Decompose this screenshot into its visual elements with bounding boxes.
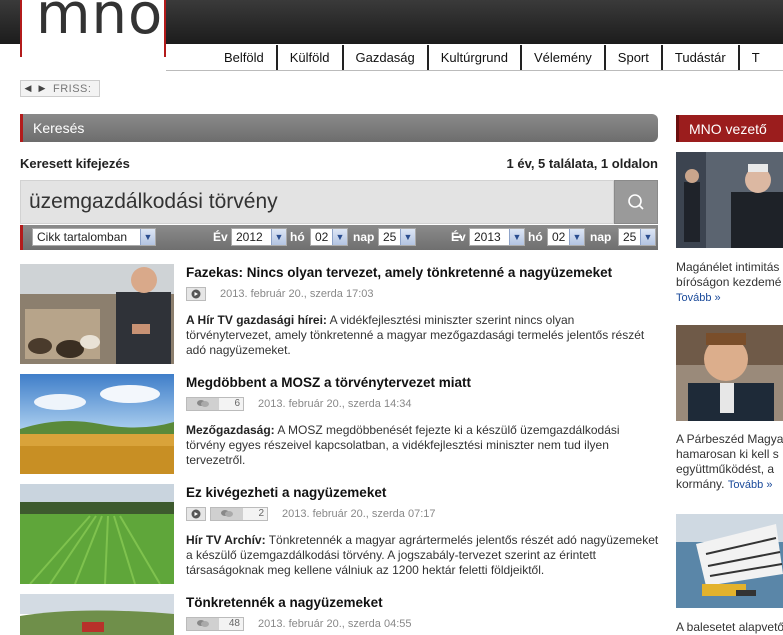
nav-item-gazdasag[interactable]: Gazdaság bbox=[344, 45, 429, 71]
sidebar-item-text: A balesetet alapvető bbox=[676, 620, 783, 634]
to-year-label-visible: Év bbox=[451, 230, 466, 244]
sidebar-title: MNO vezető bbox=[689, 121, 767, 137]
tovabb-link[interactable]: Tovább bbox=[676, 292, 711, 304]
article-source: Hír TV Archív: bbox=[186, 533, 266, 547]
article-lead: Mezőgazdaság: A MOSZ megdöbbenését fejez… bbox=[186, 423, 620, 467]
comment-count-badge[interactable]: 2 bbox=[210, 507, 268, 521]
search-result-summary: 1 év, 5 találata, 1 oldalon bbox=[506, 156, 659, 171]
friss-label: FRISS: bbox=[53, 82, 92, 95]
nav-item-sport[interactable]: Sport bbox=[606, 45, 663, 71]
site-logo[interactable]: mno bbox=[20, 0, 166, 57]
next-arrow-icon[interactable]: ▶ bbox=[35, 83, 49, 94]
search-input[interactable] bbox=[21, 181, 613, 223]
from-day-select[interactable]: 25 ▼ bbox=[378, 228, 416, 246]
article-source: A Hír TV gazdasági hírei: bbox=[186, 313, 327, 327]
to-month-select[interactable]: 02 ▼ bbox=[547, 228, 585, 246]
article-thumbnail[interactable] bbox=[20, 264, 174, 364]
article-title[interactable]: Megdöbbent a MOSZ a törvénytervezet miat… bbox=[186, 375, 471, 390]
nav-item-belfold[interactable]: Belföld bbox=[212, 45, 278, 71]
to-day-label: nap bbox=[590, 230, 612, 244]
sidebar-image[interactable] bbox=[676, 325, 783, 421]
chevron-down-icon: ▼ bbox=[509, 229, 524, 245]
comment-icon bbox=[187, 398, 219, 410]
content-type-select[interactable]: Cikk tartalomban ▼ bbox=[32, 228, 156, 246]
search-section-title: Keresés bbox=[33, 120, 85, 136]
comment-count: 2 bbox=[258, 508, 264, 519]
chevron-down-icon: ▼ bbox=[400, 229, 415, 245]
article-lead: A Hír TV gazdasági hírei: A vidékfejlesz… bbox=[186, 313, 645, 357]
double-chevron-right-icon: » bbox=[711, 292, 721, 304]
friss-ticker: ◀ ▶ FRISS: bbox=[20, 80, 100, 97]
article-thumbnail[interactable] bbox=[20, 484, 174, 584]
search-filter-bar: Cikk tartalomban ▼ Év 2012 ▼ hó 02 ▼ nap 25… bbox=[20, 225, 658, 250]
search-box bbox=[20, 180, 614, 224]
tovabb-link[interactable]: Tovább bbox=[728, 479, 763, 491]
nav-item-kulfold[interactable]: Külföld bbox=[278, 45, 344, 71]
chevron-down-icon: ▼ bbox=[569, 229, 584, 245]
article-source: Mezőgazdaság: bbox=[186, 423, 275, 437]
search-result-item: Megdöbbent a MOSZ a törvénytervezet miat… bbox=[20, 374, 660, 476]
article-title[interactable]: Fazekas: Nincs olyan tervezet, amely tön… bbox=[186, 265, 612, 280]
from-month-select[interactable]: 02 ▼ bbox=[310, 228, 348, 246]
article-date: 2013. február 20., szerda 04:55 bbox=[258, 618, 412, 630]
search-button[interactable] bbox=[614, 180, 658, 224]
double-chevron-right-icon: » bbox=[763, 479, 773, 491]
article-title[interactable]: Ez kivégezheti a nagyüzemeket bbox=[186, 485, 386, 500]
nav-item-kulturgrund[interactable]: Kultúrgrund bbox=[429, 45, 522, 71]
comment-count-badge[interactable]: 6 bbox=[186, 397, 244, 411]
article-meta: 2 2013. február 20., szerda 07:17 bbox=[186, 507, 436, 521]
from-year-label: Év bbox=[213, 230, 228, 244]
article-thumbnail[interactable] bbox=[20, 374, 174, 474]
to-day-select[interactable]: 25 ▼ bbox=[618, 228, 656, 246]
sidebar-item-text: A Párbeszéd Magya hamarosan ki kell s eg… bbox=[676, 432, 783, 491]
article-date: 2013. február 20., szerda 14:34 bbox=[258, 398, 412, 410]
chevron-down-icon: ▼ bbox=[140, 229, 155, 245]
from-year-select[interactable]: 2012 ▼ bbox=[231, 228, 287, 246]
sidebar-item-text: Magánélet intimitás bíróságon kezdemé To… bbox=[676, 260, 782, 304]
video-icon[interactable] bbox=[186, 507, 206, 521]
search-meta-row: Keresett kifejezés 1 év, 5 találata, 1 o… bbox=[20, 156, 658, 174]
article-date: 2013. február 20., szerda 17:03 bbox=[220, 288, 374, 300]
video-icon[interactable] bbox=[186, 287, 206, 301]
main-nav: Belföld Külföld Gazdaság Kultúrgrund Vél… bbox=[212, 45, 772, 71]
search-icon bbox=[628, 194, 644, 210]
article-meta: 48 2013. február 20., szerda 04:55 bbox=[186, 617, 412, 631]
comment-count: 48 bbox=[228, 618, 240, 629]
search-result-item: Ez kivégezheti a nagyüzemeket 2 2013. fe… bbox=[20, 484, 660, 586]
chevron-down-icon: ▼ bbox=[271, 229, 286, 245]
article-title[interactable]: Tönkretennék a nagyüzemeket bbox=[186, 595, 383, 610]
to-year-select[interactable]: 2013 ▼ bbox=[469, 228, 525, 246]
article-meta: 2013. február 20., szerda 17:03 bbox=[186, 287, 374, 301]
article-date: 2013. február 20., szerda 07:17 bbox=[282, 508, 436, 520]
to-month-label: hó bbox=[528, 230, 543, 244]
search-section-header: Keresés bbox=[20, 114, 658, 142]
logo-text: mno bbox=[36, 0, 164, 47]
article-thumbnail[interactable] bbox=[20, 594, 174, 635]
search-result-item: Fazekas: Nincs olyan tervezet, amely tön… bbox=[20, 264, 660, 366]
nav-item-velemeny[interactable]: Vélemény bbox=[522, 45, 606, 71]
from-day-label: nap bbox=[353, 230, 375, 244]
search-expression-label: Keresett kifejezés bbox=[20, 156, 130, 171]
chevron-down-icon: ▼ bbox=[640, 229, 655, 245]
chevron-down-icon: ▼ bbox=[332, 229, 347, 245]
nav-item-tudastar[interactable]: Tudástár bbox=[663, 45, 740, 71]
nav-divider bbox=[166, 70, 783, 71]
prev-arrow-icon[interactable]: ◀ bbox=[21, 83, 35, 94]
from-month-label: hó bbox=[290, 230, 305, 244]
comment-count-badge[interactable]: 48 bbox=[186, 617, 244, 631]
sidebar-image[interactable] bbox=[676, 152, 783, 248]
sidebar-header: MNO vezető bbox=[676, 115, 783, 142]
article-lead: Hír TV Archív: Tönkretennék a magyar agr… bbox=[186, 533, 659, 577]
comment-icon bbox=[211, 508, 243, 520]
search-result-item: Tönkretennék a nagyüzemeket 48 2013. feb… bbox=[20, 594, 660, 635]
article-meta: 6 2013. február 20., szerda 14:34 bbox=[186, 397, 412, 411]
comment-count: 6 bbox=[234, 398, 240, 409]
sidebar-image[interactable] bbox=[676, 514, 783, 608]
nav-item-truncated[interactable]: T bbox=[740, 45, 772, 71]
comment-icon bbox=[187, 618, 219, 630]
